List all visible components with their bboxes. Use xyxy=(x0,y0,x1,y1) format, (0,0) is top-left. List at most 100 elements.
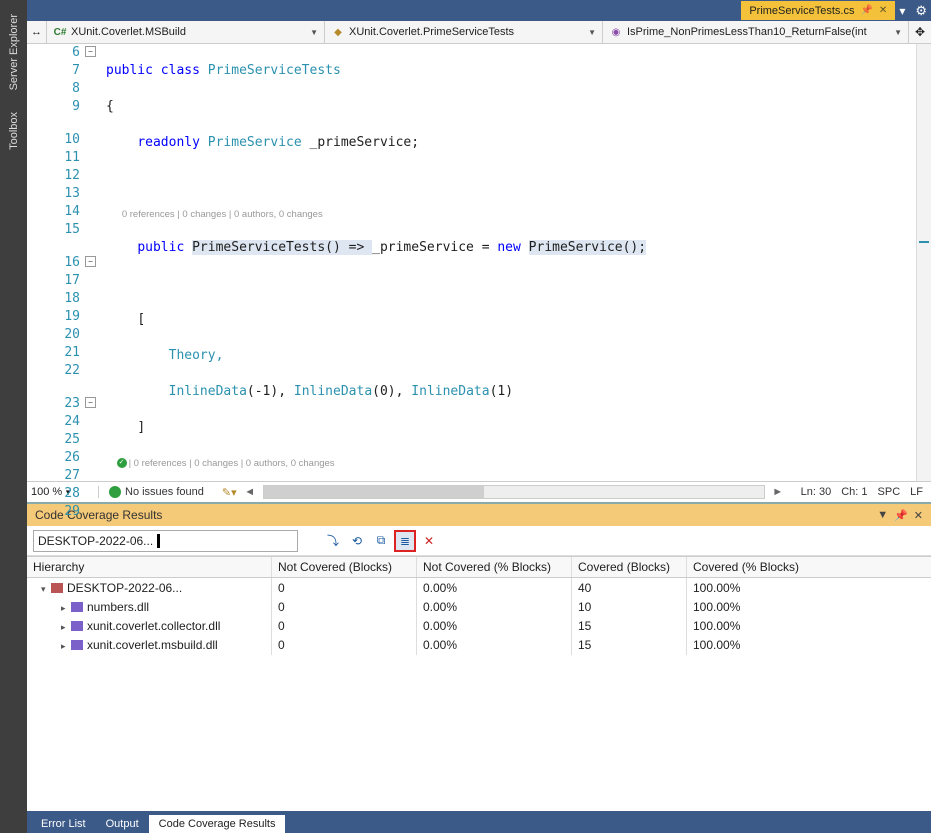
gear-icon[interactable]: ⚙ xyxy=(915,3,927,19)
coverage-results-dropdown[interactable]: DESKTOP-2022-06... xyxy=(33,530,298,552)
tab-overflow-icon[interactable]: ▾ xyxy=(899,4,905,18)
coverage-cell: 0.00% xyxy=(417,635,572,655)
coverage-cell: 0 xyxy=(272,597,417,617)
nav-history-icon[interactable]: ↔ xyxy=(27,21,47,43)
col-covered-blocks[interactable]: Covered (Blocks) xyxy=(572,557,687,577)
document-tab-title: PrimeServiceTests.cs xyxy=(749,5,854,17)
coverage-cell: 100.00% xyxy=(687,635,931,655)
pin-icon[interactable]: 📌 xyxy=(894,509,908,522)
method-icon: ◉ xyxy=(609,25,623,39)
navigation-bar: ↔ C# XUnit.Coverlet.MSBuild ▼ ◆ XUnit.Co… xyxy=(27,21,931,44)
editor-status-bar: 100 %▼ No issues found ✎▾ ◄ ► Ln: 30 Ch:… xyxy=(27,481,931,502)
merge-results-icon[interactable]: ⧉ xyxy=(370,530,392,552)
results-group-icon xyxy=(51,583,63,593)
coverage-tree[interactable]: ▾DESKTOP-2022-06...00.00%40100.00%▸numbe… xyxy=(27,578,931,811)
coverage-cell: 0 xyxy=(272,635,417,655)
import-results-icon[interactable]: ⤵ xyxy=(322,530,344,552)
document-tab[interactable]: PrimeServiceTests.cs 📌 ✕ xyxy=(741,1,895,20)
coverage-cell: 10 xyxy=(572,597,687,617)
show-coverage-coloring-icon[interactable]: ≣ xyxy=(394,530,416,552)
coverage-cell: 0 xyxy=(272,616,417,636)
expand-icon[interactable]: ▸ xyxy=(61,603,71,614)
check-circle-icon xyxy=(109,486,121,498)
coverage-cell: 15 xyxy=(572,616,687,636)
nav-member-dropdown[interactable]: ◉ IsPrime_NonPrimesLessThan10_ReturnFals… xyxy=(603,21,909,43)
line-number-gutter: 6− 7 8 9 10 11 12 13 14 15 16− 17 18 19 … xyxy=(27,44,102,481)
code-coverage-panel: Code Coverage Results ▼ 📌 ✕ DESKTOP-2022… xyxy=(27,502,931,811)
coverage-cell: 0.00% xyxy=(417,578,572,598)
caret-icon xyxy=(157,534,160,548)
code-editor[interactable]: 6− 7 8 9 10 11 12 13 14 15 16− 17 18 19 … xyxy=(27,44,931,481)
nav-member-label: IsPrime_NonPrimesLessThan10_ReturnFalse(… xyxy=(627,26,867,38)
col-hierarchy[interactable]: Hierarchy xyxy=(27,557,272,577)
remove-icon[interactable]: ✕ xyxy=(418,530,440,552)
status-char[interactable]: Ch: 1 xyxy=(841,486,867,498)
code-content[interactable]: public class PrimeServiceTests { readonl… xyxy=(102,44,931,481)
fold-icon[interactable]: − xyxy=(85,256,96,267)
coverage-row-name: xunit.coverlet.collector.dll xyxy=(87,619,220,633)
pin-icon[interactable]: 📌 xyxy=(860,5,872,16)
tab-code-coverage-results[interactable]: Code Coverage Results xyxy=(149,815,286,833)
coverage-combo-label: DESKTOP-2022-06... xyxy=(38,534,153,548)
tool-window-tabs: Error List Output Code Coverage Results xyxy=(27,811,931,833)
fold-icon[interactable]: − xyxy=(85,46,96,57)
col-not-covered-blocks[interactable]: Not Covered (Blocks) xyxy=(272,557,417,577)
coverage-row-name: xunit.coverlet.msbuild.dll xyxy=(87,638,218,652)
expand-icon[interactable]: ▾ xyxy=(41,584,51,595)
coverage-cell: 0.00% xyxy=(417,597,572,617)
coverage-row[interactable]: ▾DESKTOP-2022-06...00.00%40100.00% xyxy=(27,578,931,597)
status-spaces[interactable]: SPC xyxy=(878,486,901,498)
export-results-icon[interactable]: ⟲ xyxy=(346,530,368,552)
tab-output[interactable]: Output xyxy=(96,815,149,833)
scroll-left-icon[interactable]: ◄ xyxy=(243,486,257,498)
chevron-down-icon: ▼ xyxy=(894,28,902,37)
coverage-toolbar: DESKTOP-2022-06... ⤵ ⟲ ⧉ ≣ ✕ xyxy=(27,526,931,556)
horizontal-scrollbar[interactable] xyxy=(263,485,765,499)
expand-icon[interactable]: ▸ xyxy=(61,641,71,652)
close-icon[interactable]: ✕ xyxy=(914,509,923,522)
col-covered-pct[interactable]: Covered (% Blocks) xyxy=(687,557,931,577)
module-icon xyxy=(71,621,83,631)
nav-project-label: XUnit.Coverlet.MSBuild xyxy=(71,26,186,38)
coverage-cell: 40 xyxy=(572,578,687,598)
issues-indicator[interactable]: No issues found xyxy=(99,486,214,498)
coverage-row-name: numbers.dll xyxy=(87,600,149,614)
close-icon[interactable]: ✕ xyxy=(879,5,887,16)
test-pass-icon: ✓ xyxy=(117,458,127,468)
nav-project-dropdown[interactable]: C# XUnit.Coverlet.MSBuild ▼ xyxy=(47,21,325,43)
brush-icon[interactable]: ✎▾ xyxy=(222,486,237,499)
module-icon xyxy=(71,640,83,650)
status-eol[interactable]: LF xyxy=(910,486,923,498)
codelens-text[interactable]: | 0 references | 0 changes | 0 authors, … xyxy=(129,458,335,469)
split-window-icon[interactable]: ✥ xyxy=(909,21,931,43)
rail-tab-toolbox[interactable]: Toolbox xyxy=(5,102,23,160)
scroll-right-icon[interactable]: ► xyxy=(771,486,785,498)
csharp-project-icon: C# xyxy=(53,25,67,39)
tab-error-list[interactable]: Error List xyxy=(31,815,96,833)
coverage-cell: 100.00% xyxy=(687,578,931,598)
side-rail: Server Explorer Toolbox xyxy=(0,0,27,833)
rail-tab-server-explorer[interactable]: Server Explorer xyxy=(5,4,23,100)
fold-icon[interactable]: − xyxy=(85,397,96,408)
window-position-icon[interactable]: ▼ xyxy=(877,509,888,521)
document-tab-strip: PrimeServiceTests.cs 📌 ✕ ▾ ⚙ xyxy=(27,0,931,21)
chevron-down-icon: ▼ xyxy=(310,28,318,37)
class-icon: ◆ xyxy=(331,25,345,39)
coverage-cell: 100.00% xyxy=(687,616,931,636)
nav-type-dropdown[interactable]: ◆ XUnit.Coverlet.PrimeServiceTests ▼ xyxy=(325,21,603,43)
coverage-row[interactable]: ▸ xunit.coverlet.collector.dll 00.00%15100… xyxy=(27,616,931,635)
expand-icon[interactable]: ▸ xyxy=(61,622,71,633)
panel-title-bar[interactable]: Code Coverage Results ▼ 📌 ✕ xyxy=(27,504,931,526)
coverage-cell: 0.00% xyxy=(417,616,572,636)
status-line[interactable]: Ln: 30 xyxy=(801,486,832,498)
overview-ruler[interactable] xyxy=(916,44,931,481)
coverage-row[interactable]: ▸ numbers.dll 00.00%10100.00% xyxy=(27,597,931,616)
chevron-down-icon: ▼ xyxy=(588,28,596,37)
coverage-header-row: Hierarchy Not Covered (Blocks) Not Cover… xyxy=(27,556,931,578)
codelens-text[interactable]: 0 references | 0 changes | 0 authors, 0 … xyxy=(122,209,323,220)
coverage-cell: 0 xyxy=(272,578,417,598)
module-icon xyxy=(71,602,83,612)
coverage-row[interactable]: ▸xunit.coverlet.msbuild.dll00.00%15100.0… xyxy=(27,635,931,654)
col-not-covered-pct[interactable]: Not Covered (% Blocks) xyxy=(417,557,572,577)
coverage-cell: 100.00% xyxy=(687,597,931,617)
